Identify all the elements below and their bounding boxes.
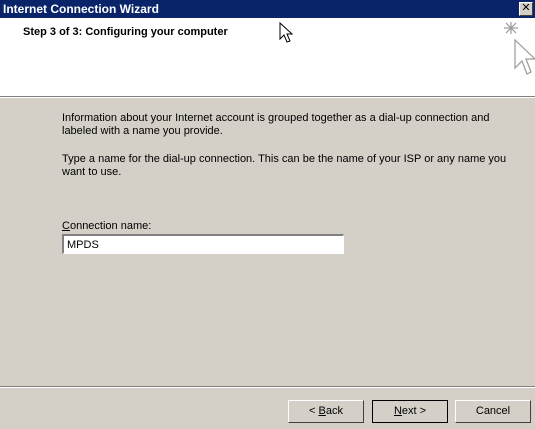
close-icon: ✕ bbox=[521, 2, 531, 14]
header-panel: Step 3 of 3: Configuring your computer bbox=[0, 18, 535, 96]
title-bar[interactable]: Internet Connection Wizard ✕ bbox=[0, 0, 535, 18]
window-title: Internet Connection Wizard bbox=[3, 2, 159, 16]
instruction-paragraph: Type a name for the dial-up connection. … bbox=[62, 153, 507, 178]
step-title: Step 3 of 3: Configuring your computer bbox=[23, 26, 228, 38]
close-button[interactable]: ✕ bbox=[519, 2, 533, 16]
connection-name-label-rest: onnection name: bbox=[69, 220, 152, 232]
next-button[interactable]: Next > bbox=[372, 400, 448, 423]
wizard-sparkle-icon bbox=[504, 22, 535, 75]
connection-name-input[interactable] bbox=[62, 234, 344, 254]
connection-name-label: Connection name: bbox=[62, 220, 151, 232]
back-button[interactable]: < Back bbox=[288, 400, 364, 423]
info-paragraph: Information about your Internet account … bbox=[62, 112, 490, 137]
cancel-button[interactable]: Cancel bbox=[455, 400, 531, 423]
back-button-prefix: < bbox=[309, 405, 319, 417]
back-button-rest: ack bbox=[325, 405, 343, 417]
back-button-accel: B bbox=[318, 405, 326, 417]
connection-name-label-accel: C bbox=[62, 220, 70, 232]
header-divider bbox=[0, 96, 535, 98]
next-button-rest: ext > bbox=[401, 405, 427, 417]
wizard-window: Internet Connection Wizard ✕ Step 3 of 3… bbox=[0, 0, 535, 429]
footer-divider bbox=[0, 386, 535, 388]
mouse-cursor-icon bbox=[279, 22, 294, 43]
cancel-button-label: Cancel bbox=[475, 405, 511, 417]
next-button-accel: N bbox=[393, 405, 402, 417]
